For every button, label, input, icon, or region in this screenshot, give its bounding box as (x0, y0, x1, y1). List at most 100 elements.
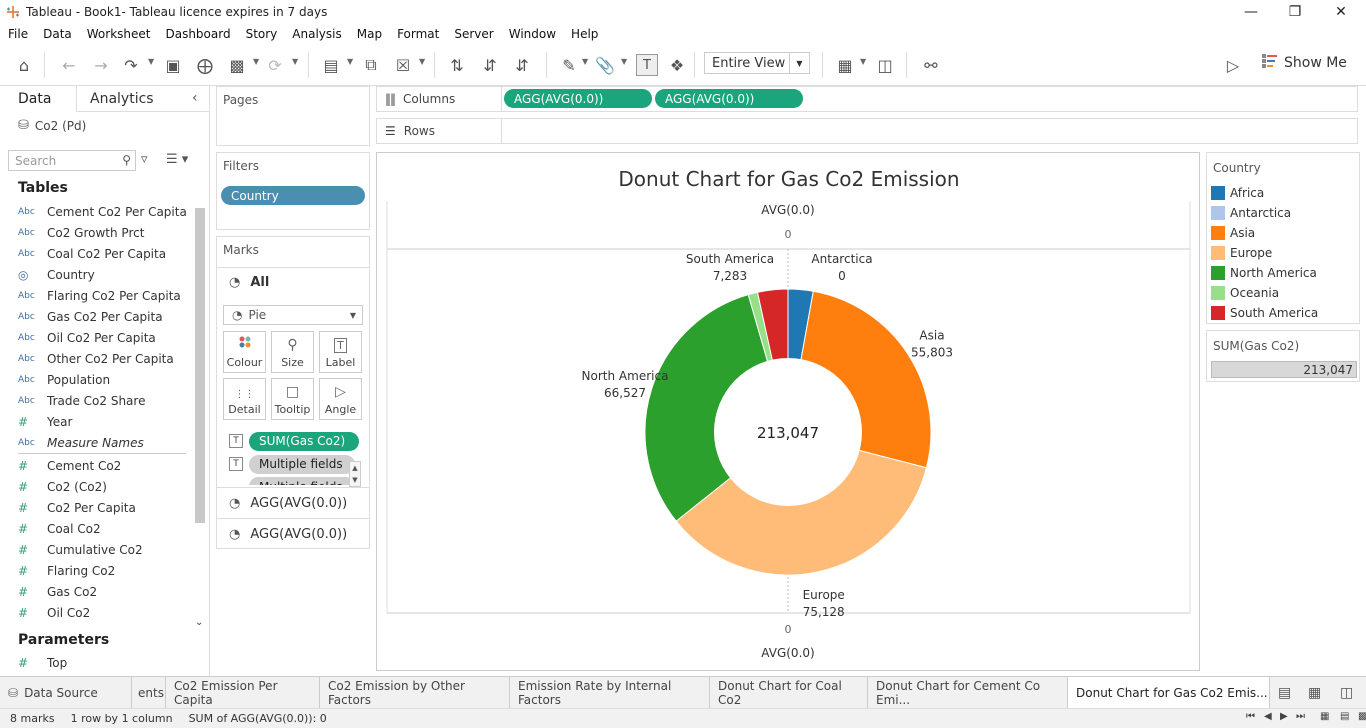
prev-sheet-icon[interactable]: ◀ (1264, 711, 1272, 722)
show-me-button[interactable]: Show Me (1262, 54, 1347, 72)
encoding-pill-multiple-fields[interactable]: Multiple fields (249, 454, 355, 474)
menu-file[interactable]: File (8, 27, 28, 41)
pause-updates-icon[interactable]: ▩ (226, 54, 248, 76)
collapse-pane-icon[interactable]: ‹ (192, 90, 198, 106)
show-mark-labels-icon[interactable]: T (636, 54, 658, 76)
colour-button[interactable]: Colour (223, 331, 266, 373)
sheet-tab[interactable]: Co2 Emission by Other Factors (320, 677, 510, 709)
encoding-row[interactable]: T Multiple fields (229, 454, 355, 474)
field-item[interactable]: Abc Gas Co2 Per Capita (18, 306, 163, 327)
chevron-down-icon[interactable]: ▼ (582, 57, 588, 66)
size-button[interactable]: ⚲ Size (271, 331, 314, 373)
legend-item[interactable]: Africa (1211, 183, 1264, 203)
home-icon[interactable]: ⌂ (13, 54, 35, 76)
chevron-down-icon[interactable]: ⌄ (195, 617, 203, 628)
menu-worksheet[interactable]: Worksheet (87, 27, 151, 41)
field-item[interactable]: # Year (18, 411, 72, 432)
chevron-down-icon[interactable]: ▼ (350, 311, 356, 320)
sheet-tab[interactable]: ents (130, 677, 166, 709)
data-pane-scrollbar[interactable]: ⌄ (193, 202, 207, 628)
chevron-down-icon[interactable]: ▼ (148, 57, 154, 66)
chevron-down-icon[interactable]: ▼ (253, 57, 259, 66)
menu-window[interactable]: Window (509, 27, 556, 41)
columns-shelf[interactable]: ‖‖ Columns AGG(AVG(0.0)) AGG(AVG(0.0)) (376, 86, 1358, 112)
colour-legend[interactable]: Country Africa Antarctica Asia Europe North … (1206, 152, 1360, 324)
filter-icon[interactable]: ▿ (141, 152, 148, 167)
field-item[interactable]: Abc Other Co2 Per Capita (18, 348, 174, 369)
legend-item[interactable]: Asia (1211, 223, 1255, 243)
field-item[interactable]: # Co2 (Co2) (18, 476, 107, 497)
donut-chart[interactable]: AVG(0.0) 0 0 AVG(0.0) 213,047 Antarctica… (377, 153, 1199, 670)
chevron-down-icon[interactable]: ▼ (419, 57, 425, 66)
close-button[interactable]: ✕ (1318, 0, 1364, 24)
field-item[interactable]: Abc Population (18, 369, 110, 390)
legend-item[interactable]: Oceania (1211, 283, 1279, 303)
field-item[interactable]: Abc Trade Co2 Share (18, 390, 145, 411)
chevron-down-icon[interactable]: ▼ (621, 57, 627, 66)
parameter-item[interactable]: # Top (18, 652, 67, 673)
new-story-icon[interactable]: ◫ (1340, 685, 1353, 701)
chevron-down-icon[interactable]: ▼ (789, 53, 809, 73)
swap-rows-columns-icon[interactable]: ⇅ (446, 54, 468, 76)
minimize-button[interactable]: — (1228, 0, 1274, 24)
sort-descending-icon[interactable]: ⇵ (511, 54, 533, 76)
sheet-sorter-icon[interactable]: ▩ (1358, 711, 1366, 722)
sort-ascending-icon[interactable]: ⇵ (479, 54, 501, 76)
presentation-mode-icon[interactable]: ◫ (874, 54, 896, 76)
menu-server[interactable]: Server (454, 27, 493, 41)
encoding-row-clipped[interactable]: Multiple fields (229, 477, 349, 485)
data-source-tab[interactable]: ⛁ Data Source (0, 677, 132, 709)
fix-axes-icon[interactable]: ❖ (666, 54, 688, 76)
field-item[interactable]: Abc Oil Co2 Per Capita (18, 327, 156, 348)
field-item[interactable]: # Gas Co2 (18, 581, 97, 602)
chevron-down-icon[interactable]: ▼ (292, 57, 298, 66)
new-datasource-icon[interactable]: ⨁ (194, 54, 216, 76)
show-tabs-icon[interactable]: ▤ (1340, 711, 1349, 722)
field-item[interactable]: # Cement Co2 (18, 455, 121, 476)
legend-item[interactable]: Antarctica (1211, 203, 1291, 223)
pages-shelf[interactable]: Pages (216, 86, 370, 146)
chevron-down-icon[interactable]: ▼ (860, 57, 866, 66)
first-sheet-icon[interactable]: ⏮ (1246, 711, 1255, 722)
field-item[interactable]: Abc Flaring Co2 Per Capita (18, 285, 181, 306)
encoding-row[interactable]: T SUM(Gas Co2) (229, 431, 359, 451)
filters-shelf[interactable]: Filters Country (216, 152, 370, 230)
next-sheet-icon[interactable]: ▶ (1280, 711, 1288, 722)
field-item[interactable]: Abc Co2 Growth Prct (18, 222, 144, 243)
sum-legend[interactable]: SUM(Gas Co2) 213,047 (1206, 330, 1360, 382)
sheet-tab[interactable]: Donut Chart for Cement Co Emi... (868, 677, 1068, 709)
encoding-pill-multiple-fields[interactable]: Multiple fields (249, 477, 349, 485)
field-item[interactable]: Abc Measure Names (18, 432, 144, 453)
chart-view[interactable]: Donut Chart for Gas Co2 Emission AVG(0.0… (376, 152, 1200, 671)
chevron-down-icon[interactable]: ▼ (347, 57, 353, 66)
menu-data[interactable]: Data (43, 27, 72, 41)
field-item[interactable]: # Coal Co2 (18, 518, 101, 539)
legend-item[interactable]: North America (1211, 263, 1317, 283)
field-item[interactable]: # Co2 Per Capita (18, 497, 136, 518)
sheet-tab[interactable]: Donut Chart for Coal Co2 (710, 677, 868, 709)
last-sheet-icon[interactable]: ⏭ (1296, 711, 1305, 722)
marks-agg-row[interactable]: ◔ AGG(AVG(0.0)) (217, 487, 369, 519)
refresh-icon[interactable]: ⟳ (264, 54, 286, 76)
tooltip-button[interactable]: □ Tooltip (271, 378, 314, 420)
field-item[interactable]: # Flaring Co2 (18, 560, 115, 581)
group-members-icon[interactable]: 📎 (594, 54, 616, 76)
clear-sheet-icon[interactable]: ☒ (392, 54, 414, 76)
filter-pill-country[interactable]: Country (221, 186, 365, 205)
menu-help[interactable]: Help (571, 27, 598, 41)
save-icon[interactable]: ▣ (162, 54, 184, 76)
menu-map[interactable]: Map (357, 27, 382, 41)
field-item[interactable]: # Cumulative Co2 (18, 539, 143, 560)
tab-analytics[interactable]: Analytics (90, 86, 154, 112)
field-item[interactable]: # Oil Co2 (18, 602, 90, 623)
menu-dashboard[interactable]: Dashboard (165, 27, 230, 41)
swap-icon[interactable]: ↷ (120, 54, 142, 76)
sheet-tab-clipped[interactable]: ents (130, 677, 166, 709)
rows-shelf[interactable]: ☰ Rows (376, 118, 1358, 144)
restore-button[interactable]: ❐ (1272, 0, 1318, 24)
undo-icon[interactable]: ← (58, 54, 80, 76)
view-options-icon[interactable]: ☰ ▾ (166, 152, 188, 167)
encoding-pill-sum-gas-co2[interactable]: SUM(Gas Co2) (249, 431, 359, 451)
encodings-scrollbar[interactable]: ▲ ▼ (349, 461, 361, 487)
sheet-tab[interactable]: Co2 Emission Per Capita (166, 677, 320, 709)
